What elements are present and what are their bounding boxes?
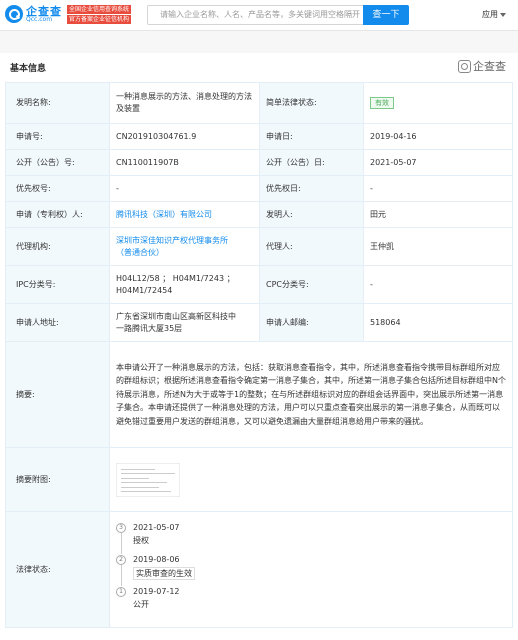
ipc-line-2: H04M1/72454 (116, 285, 173, 295)
slogan-line-2: 官方备案企业征信机构 (67, 15, 132, 24)
agent-label: 代理人: (259, 227, 364, 266)
patent-info-table: 发明名称: 一种消息展示的方法、消息处理的方法及装置 简单法律状态: 有效 申请… (5, 82, 513, 628)
abstract-figure-thumbnail[interactable] (116, 462, 180, 497)
timeline-connector (121, 564, 122, 586)
table-row: 优先权号: - 优先权日: - (5, 175, 513, 202)
table-row: 摘要: 本申请公开了一种消息展示的方法，包括：获取消息查看指令，其中，所述消息查… (5, 341, 513, 448)
abstract-figure-label: 摘要附图: (5, 447, 110, 512)
watermark-text: 企查查 (473, 60, 506, 73)
slogan: 全国企业信用查询系统 官方备案企业征信机构 (67, 5, 132, 25)
abstract-label: 摘要: (5, 341, 110, 448)
cpc-value: - (363, 265, 513, 304)
table-row: 法律状态: 3 2021-05-07 授权 2 2019-08-06 实质审查的… (5, 511, 513, 628)
top-header: 企查查 Qcc.com 全国企业信用查询系统 官方备案企业征信机构 请输入企业名… (0, 0, 518, 31)
agency-cell: 深圳市深佳知识产权代理事务所 （普通合伙） (109, 227, 260, 266)
table-row: IPC分类号: H04L12/58 ； H04M1/7243 ； H04M1/72… (5, 265, 513, 304)
app-menu[interactable]: 应用 (482, 9, 506, 20)
logo-name: 企查查 (26, 4, 62, 18)
timeline-desc: 授权 (133, 535, 149, 545)
timeline-item: 2 2019-08-06 实质审查的生效 (116, 554, 506, 586)
abstract-figure-cell (109, 447, 513, 512)
step-1-icon: 1 (116, 586, 126, 597)
step-2-icon: 2 (116, 554, 126, 565)
search-button[interactable]: 查一下 (363, 5, 409, 25)
pub-no-value: CN110011907B (109, 149, 260, 176)
legal-status-timeline: 3 2021-05-07 授权 2 2019-08-06 实质审查的生效 1 2… (109, 511, 513, 628)
applicant-cell: 腾讯科技（深圳）有限公司 (109, 201, 260, 228)
priority-date-label: 优先权日: (259, 175, 364, 202)
ipc-cell: H04L12/58 ； H04M1/7243 ； H04M1/72454 (109, 265, 260, 304)
app-menu-label: 应用 (482, 10, 498, 19)
step-3-icon: 3 (116, 522, 126, 533)
table-row: 发明名称: 一种消息展示的方法、消息处理的方法及装置 简单法律状态: 有效 (5, 82, 513, 124)
agent-value: 王仲凯 (363, 227, 513, 266)
table-row: 申请号: CN201910304761.9 申请日: 2019-04-16 (5, 123, 513, 150)
timeline-date: 2019-08-06 (133, 554, 180, 564)
qcc-watermark: 企查查 (458, 58, 506, 74)
priority-no-label: 优先权号: (5, 175, 110, 202)
status-badge: 有效 (370, 97, 394, 109)
qcc-logo[interactable]: 企查查 Qcc.com (5, 5, 62, 23)
timeline-connector (121, 532, 122, 554)
header-spacer (0, 31, 518, 53)
pub-date-value: 2021-05-07 (363, 149, 513, 176)
agency-label: 代理机构: (5, 227, 110, 266)
agency-line-2: （普通合伙） (116, 247, 164, 257)
app-no-label: 申请号: (5, 123, 110, 150)
section-title: 基本信息 (10, 64, 47, 74)
invention-name-label: 发明名称: (5, 82, 110, 124)
applicant-link[interactable]: 腾讯科技（深圳）有限公司 (116, 210, 212, 219)
timeline-item: 3 2021-05-07 授权 (116, 522, 506, 554)
postcode-label: 申请人邮编: (259, 303, 364, 342)
postcode-value: 518064 (363, 303, 513, 342)
ipc-line-1: H04L12/58 ； H04M1/7243 ； (116, 273, 235, 283)
table-row: 代理机构: 深圳市深佳知识产权代理事务所 （普通合伙） 代理人: 王仲凯 (5, 227, 513, 266)
address-cell: 广东省深圳市南山区高新区科技中 一路腾讯大厦35层 (109, 303, 260, 342)
table-row: 申请人地址: 广东省深圳市南山区高新区科技中 一路腾讯大厦35层 申请人邮编: 5… (5, 303, 513, 342)
address-line-2: 一路腾讯大厦35层 (116, 323, 183, 333)
agency-line-1: 深圳市深佳知识产权代理事务所 (116, 235, 228, 245)
abstract-text: 本申请公开了一种消息展示的方法，包括：获取消息查看指令，其中，所述消息查看指令携… (109, 341, 513, 448)
app-date-label: 申请日: (259, 123, 364, 150)
slogan-line-1: 全国企业信用查询系统 (67, 5, 132, 14)
legal-status-label: 法律状态: (5, 511, 110, 628)
table-row: 申请（专利权）人: 腾讯科技（深圳）有限公司 发明人: 田元 (5, 201, 513, 228)
magnifier-logo-icon (5, 5, 23, 23)
search-input[interactable]: 请输入企业名称、人名、产品名等，多关键词用空格隔开 (147, 5, 363, 25)
timeline-date: 2019-07-12 (133, 586, 180, 596)
timeline-desc: 实质审查的生效 (133, 566, 195, 580)
legal-status-simple-cell: 有效 (363, 82, 513, 124)
table-row: 公开（公告）号: CN110011907B 公开（公告）日: 2021-05-0… (5, 149, 513, 176)
pub-date-label: 公开（公告）日: (259, 149, 364, 176)
inventor-value: 田元 (363, 201, 513, 228)
caret-down-icon (500, 12, 506, 17)
timeline-date: 2021-05-07 (133, 522, 180, 532)
legal-status-simple-label: 简单法律状态: (259, 82, 364, 124)
priority-no-value: - (109, 175, 260, 202)
app-date-value: 2019-04-16 (363, 123, 513, 150)
timeline-desc: 公开 (133, 599, 149, 609)
ipc-label: IPC分类号: (5, 265, 110, 304)
inventor-label: 发明人: (259, 201, 364, 228)
address-line-1: 广东省深圳市南山区高新区科技中 (116, 311, 236, 321)
table-row: 摘要附图: (5, 447, 513, 512)
cpc-label: CPC分类号: (259, 265, 364, 304)
timeline-item: 1 2019-07-12 公开 (116, 586, 506, 618)
app-no-value: CN201910304761.9 (109, 123, 260, 150)
invention-name-value: 一种消息展示的方法、消息处理的方法及装置 (109, 82, 260, 124)
applicant-label: 申请（专利权）人: (5, 201, 110, 228)
priority-date-value: - (363, 175, 513, 202)
pub-no-label: 公开（公告）号: (5, 149, 110, 176)
qcc-watermark-icon (458, 59, 471, 73)
address-label: 申请人地址: (5, 303, 110, 342)
agency-link[interactable]: 深圳市深佳知识产权代理事务所 （普通合伙） (116, 236, 228, 257)
